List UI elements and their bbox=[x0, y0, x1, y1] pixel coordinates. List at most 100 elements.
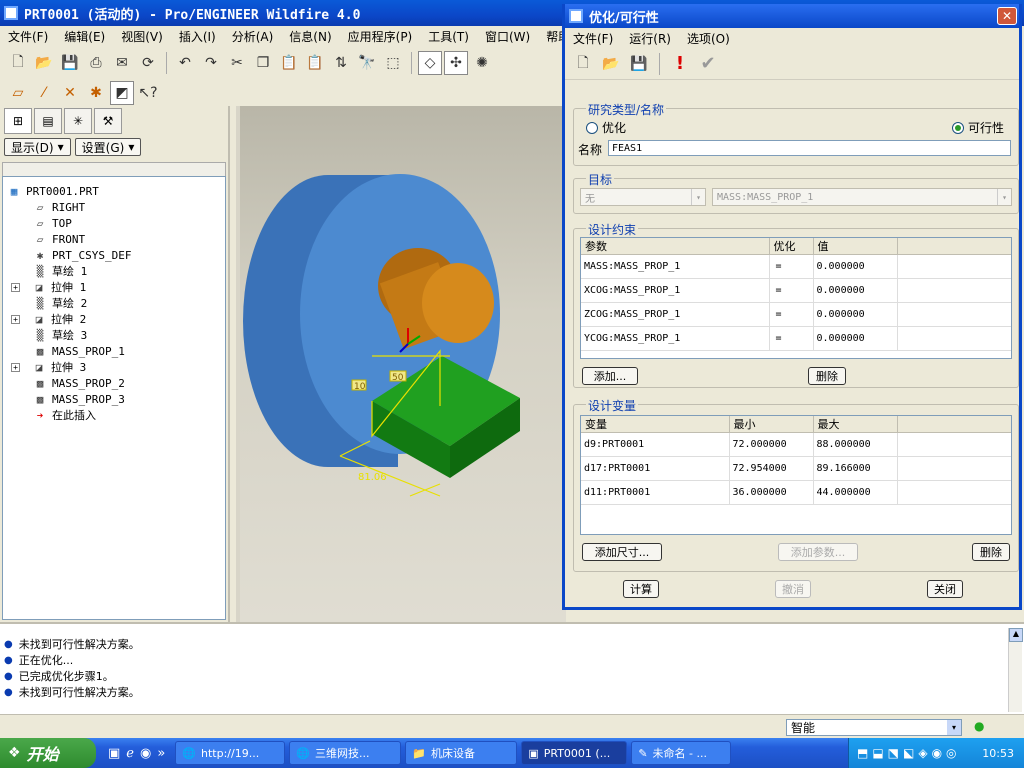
connections-tab-icon[interactable]: ⚒ bbox=[94, 108, 122, 134]
select-box-icon[interactable]: ⬚ bbox=[381, 51, 405, 75]
expand-plus-icon[interactable]: + bbox=[11, 314, 20, 324]
menu-item-8[interactable]: 窗口(W) bbox=[477, 28, 538, 45]
regen-manager-icon[interactable]: ⇅ bbox=[329, 51, 353, 75]
more-chevron-icon[interactable]: » bbox=[157, 746, 165, 761]
tray-icons[interactable]: ⬒⬓⬔⬕◈◉◎ bbox=[849, 746, 961, 760]
tree-item[interactable]: ▩ MASS_PROP_2 bbox=[3, 375, 225, 391]
tree-item[interactable]: ▒ 草绘 3 bbox=[3, 327, 225, 343]
model-tree-tab-icon[interactable]: ⊞ bbox=[4, 108, 32, 134]
save-icon[interactable]: 💾 bbox=[58, 51, 82, 75]
table-row[interactable]: d17:PRT0001 72.954000 89.166000 bbox=[581, 456, 1011, 481]
display-dropdown[interactable]: 显示(D) ▾ bbox=[4, 138, 71, 156]
radio-optimization[interactable]: 优化 bbox=[586, 119, 626, 136]
menu-item-7[interactable]: 工具(T) bbox=[420, 28, 477, 45]
menu-item-1[interactable]: 编辑(E) bbox=[56, 28, 113, 45]
close-button[interactable]: 关闭 bbox=[927, 580, 963, 598]
folder-browser-tab-icon[interactable]: ▤ bbox=[34, 108, 62, 134]
add-constraint-button[interactable]: 添加... bbox=[582, 367, 638, 385]
add-dimension-button[interactable]: 添加尺寸... bbox=[582, 543, 662, 561]
send-icon[interactable]: ✉ bbox=[110, 51, 134, 75]
taskbar-button[interactable]: 🌐 http://19... bbox=[175, 741, 286, 765]
tree-item[interactable]: + ◪ 拉伸 2 bbox=[3, 311, 225, 327]
context-help-icon[interactable]: ↖? bbox=[136, 81, 160, 105]
menu-item-3[interactable]: 插入(I) bbox=[171, 28, 224, 45]
start-button[interactable]: ❖ 开始 bbox=[0, 738, 96, 768]
expand-plus-icon[interactable]: + bbox=[11, 282, 20, 292]
datum-plane-toggle-icon[interactable]: ◇ bbox=[418, 51, 442, 75]
graphics-window[interactable]: 10 50 81.06 bbox=[236, 106, 566, 622]
tree-item[interactable]: ➔ 在此插入 bbox=[3, 407, 225, 423]
menu-item-6[interactable]: 应用程序(P) bbox=[340, 28, 421, 45]
tree-item[interactable]: + ◪ 拉伸 3 bbox=[3, 359, 225, 375]
plane-display-icon[interactable]: ▱ bbox=[6, 81, 30, 105]
taskbar-button[interactable]: 🌐 三维网技... bbox=[289, 741, 402, 765]
taskbar-button[interactable]: ▣ PRT0001 (... bbox=[521, 741, 628, 765]
tree-item[interactable]: ▦ PRT0001.PRT bbox=[3, 183, 225, 199]
goal-type-select[interactable]: 无 ▾ bbox=[580, 188, 706, 206]
constraints-header-param[interactable]: 参数 bbox=[581, 238, 770, 255]
dialog-menu-item-1[interactable]: 运行(R) bbox=[621, 30, 679, 47]
constraints-header-opt[interactable]: 优化 bbox=[769, 238, 814, 255]
scroll-up-icon[interactable]: ▲ bbox=[1009, 628, 1023, 642]
paste-special-icon[interactable]: 📋 bbox=[303, 51, 327, 75]
datum-axis-toggle-icon[interactable]: ✣ bbox=[444, 51, 468, 75]
new-file-icon[interactable]: 🗋 bbox=[6, 51, 30, 75]
redo-icon[interactable]: ↷ bbox=[199, 51, 223, 75]
taskbar-button[interactable]: ✎ 未命名 - ... bbox=[631, 741, 732, 765]
constraints-header-value[interactable]: 值 bbox=[813, 238, 898, 255]
favorites-tab-icon[interactable]: ✳ bbox=[64, 108, 92, 134]
tree-item[interactable]: ✱ PRT_CSYS_DEF bbox=[3, 247, 225, 263]
find-icon[interactable]: 🔭 bbox=[355, 51, 379, 75]
table-row[interactable]: ZCOG:MASS_PROP_1 = 0.000000 bbox=[581, 302, 1011, 327]
dialog-menu-item-0[interactable]: 文件(F) bbox=[565, 30, 621, 47]
cut-icon[interactable]: ✂ bbox=[225, 51, 249, 75]
spin-center-icon[interactable]: ✺ bbox=[470, 51, 494, 75]
tree-item[interactable]: + ◪ 拉伸 1 bbox=[3, 279, 225, 295]
tree-item[interactable]: ▱ FRONT bbox=[3, 231, 225, 247]
variables-header-var[interactable]: 变量 bbox=[581, 416, 730, 433]
table-row[interactable]: XCOG:MASS_PROP_1 = 0.000000 bbox=[581, 278, 1011, 303]
message-scrollbar[interactable]: ▲ bbox=[1008, 628, 1023, 712]
csys-display-icon[interactable]: ✱ bbox=[84, 81, 108, 105]
menu-item-0[interactable]: 文件(F) bbox=[0, 28, 56, 45]
tree-item[interactable]: ▒ 草绘 2 bbox=[3, 295, 225, 311]
point-display-icon[interactable]: ✕ bbox=[58, 81, 82, 105]
tree-item[interactable]: ▱ TOP bbox=[3, 215, 225, 231]
taskbar-button[interactable]: 📁 机床设备 bbox=[405, 741, 518, 765]
selection-filter-select[interactable]: 智能 ▾ bbox=[786, 719, 962, 736]
variables-header-min[interactable]: 最小 bbox=[729, 416, 814, 433]
dialog-menu-item-2[interactable]: 选项(O) bbox=[679, 30, 738, 47]
tree-item[interactable]: ▱ RIGHT bbox=[3, 199, 225, 215]
tree-item[interactable]: ▩ MASS_PROP_1 bbox=[3, 343, 225, 359]
axis-display-icon[interactable]: ⁄ bbox=[32, 81, 56, 105]
print-icon[interactable]: ⎙ bbox=[84, 51, 108, 75]
copy-icon[interactable]: ❐ bbox=[251, 51, 275, 75]
table-row[interactable]: YCOG:MASS_PROP_1 = 0.000000 bbox=[581, 326, 1011, 351]
delete-variable-button[interactable]: 删除 bbox=[972, 543, 1010, 561]
ie-icon[interactable]: ℯ bbox=[126, 746, 134, 761]
tree-item[interactable]: ▩ MASS_PROP_3 bbox=[3, 391, 225, 407]
settings-dropdown[interactable]: 设置(G) ▾ bbox=[74, 138, 142, 156]
check-icon[interactable]: ✔ bbox=[696, 52, 720, 76]
variables-header-max[interactable]: 最大 bbox=[813, 416, 898, 433]
table-row[interactable]: d11:PRT0001 36.000000 44.000000 bbox=[581, 480, 1011, 505]
table-row[interactable]: d9:PRT0001 72.000000 88.000000 bbox=[581, 432, 1011, 457]
expand-plus-icon[interactable]: + bbox=[11, 362, 20, 372]
dim-label-1[interactable]: 10 bbox=[354, 382, 366, 392]
add-parameter-button[interactable]: 添加参数... bbox=[778, 543, 858, 561]
table-row[interactable]: MASS:MASS_PROP_1 = 0.000000 bbox=[581, 254, 1011, 279]
show-desktop-icon[interactable]: ▣ bbox=[108, 746, 120, 761]
delete-constraint-button[interactable]: 删除 bbox=[808, 367, 846, 385]
regenerate-icon[interactable]: ⟳ bbox=[136, 51, 160, 75]
radio-feasibility[interactable]: 可行性 bbox=[952, 119, 1004, 136]
undo-button[interactable]: 撤消 bbox=[775, 580, 811, 598]
dim-label-2[interactable]: 50 bbox=[392, 373, 404, 383]
menu-item-4[interactable]: 分析(A) bbox=[224, 28, 282, 45]
new-study-icon[interactable]: 🗋 bbox=[571, 52, 595, 76]
annotation-display-icon[interactable]: ◩ bbox=[110, 81, 134, 105]
close-icon[interactable]: ✕ bbox=[997, 7, 1017, 25]
open-study-icon[interactable]: 📂 bbox=[599, 52, 623, 76]
open-folder-icon[interactable]: 📂 bbox=[32, 51, 56, 75]
goal-param-select[interactable]: MASS:MASS_PROP_1 ▾ bbox=[712, 188, 1012, 206]
paste-icon[interactable]: 📋 bbox=[277, 51, 301, 75]
